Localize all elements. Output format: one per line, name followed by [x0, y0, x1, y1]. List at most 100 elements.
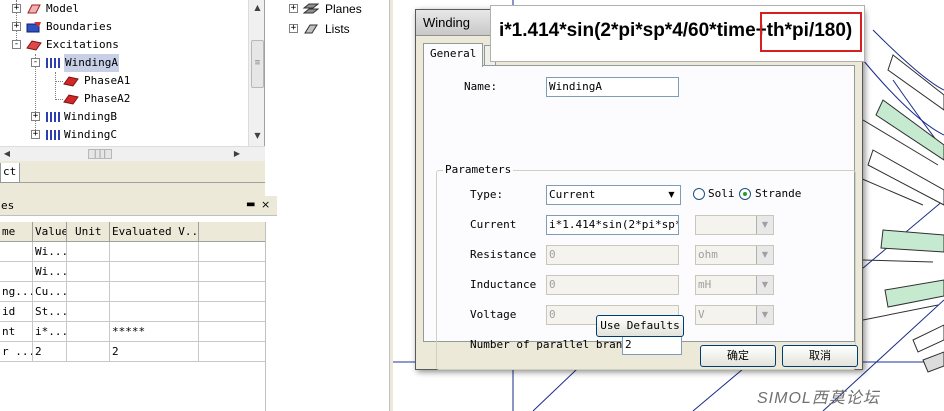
scrollbar-thumb[interactable]: |||	[88, 149, 112, 159]
expand-icon[interactable]: +	[31, 112, 40, 121]
name-field[interactable]: WindingA	[546, 77, 679, 97]
grid-cell[interactable]: Wi...	[33, 242, 67, 262]
inductance-field[interactable]: 0	[546, 275, 679, 295]
inductance-unit-value: mH	[698, 278, 712, 291]
column-header-name[interactable]: me	[0, 222, 33, 242]
stranded-radio[interactable]	[739, 188, 751, 200]
tree-item-label: Boundaries	[46, 20, 113, 33]
tree-item-winding-a[interactable]: - WindingA	[0, 54, 248, 72]
grid-cell[interactable]	[67, 322, 110, 342]
type-label: Type:	[470, 188, 504, 201]
grid-cell[interactable]	[110, 262, 199, 282]
grid-cell-empty	[199, 242, 265, 262]
grid-cell[interactable]	[67, 242, 110, 262]
cancel-button[interactable]: 取消	[782, 345, 858, 367]
tree-item-phase-a1[interactable]: PhaseA1	[0, 72, 248, 90]
grid-cell[interactable]: Wi...	[33, 262, 67, 282]
grid-cell[interactable]: r ...	[0, 342, 33, 362]
chevron-down-icon: ▼	[756, 276, 773, 294]
grid-cell[interactable]	[0, 242, 33, 262]
current-unit-select[interactable]: ▼	[695, 215, 774, 235]
stranded-label: Strande	[755, 187, 802, 200]
grid-cell[interactable]: nt	[0, 322, 33, 342]
tree-item-winding-b[interactable]: + WindingB	[0, 108, 248, 126]
grid-cell-empty	[199, 322, 265, 342]
grid-cell-empty	[199, 262, 265, 282]
tab-project[interactable]: ct	[0, 163, 20, 183]
coil-icon	[63, 94, 79, 105]
tree-item-model[interactable]: + Model	[0, 0, 248, 18]
expand-icon[interactable]: +	[12, 4, 21, 13]
tree-item-label: PhaseA1	[84, 74, 131, 87]
grid-cell[interactable]: *****	[110, 322, 199, 342]
inductance-unit-select[interactable]: mH ▼	[695, 275, 774, 295]
grid-cell[interactable]	[67, 302, 110, 322]
voltage-unit-select[interactable]: V ▼	[695, 305, 774, 325]
scroll-up-icon[interactable]: ▲	[249, 0, 264, 16]
winding-icon	[46, 130, 60, 140]
grid-cell[interactable]: Cu...	[33, 282, 67, 302]
scroll-left-icon[interactable]: ◀	[0, 146, 14, 162]
grid-cell[interactable]	[67, 342, 110, 362]
grid-cell[interactable]: St...	[33, 302, 67, 322]
parallel-branches-field[interactable]: 2	[622, 335, 682, 355]
expand-icon[interactable]: +	[289, 4, 298, 13]
collapse-icon[interactable]: -	[31, 58, 40, 67]
current-field[interactable]: i*1.414*sin(2*pi*sp*4/	[546, 215, 679, 235]
expand-icon[interactable]: +	[289, 24, 298, 33]
tree-item-label: WindingA	[64, 54, 119, 72]
pin-icon[interactable]: ▬	[246, 199, 255, 210]
expand-icon[interactable]: +	[12, 22, 21, 31]
boundaries-icon	[26, 22, 41, 33]
grid-cell[interactable]	[110, 242, 199, 262]
grid-cell[interactable]: id	[0, 302, 33, 322]
tree-item-label: Excitations	[46, 38, 119, 51]
excitations-icon	[26, 40, 42, 51]
solid-radio[interactable]	[693, 188, 705, 200]
winding-icon	[46, 58, 60, 68]
tree-item-excitations[interactable]: - Excitations	[0, 36, 248, 54]
column-header-value[interactable]: Value	[33, 222, 67, 242]
resistance-field[interactable]: 0	[546, 245, 679, 265]
ok-button[interactable]: 确定	[700, 345, 776, 367]
winding-dialog: Winding General Name: WindingA Parameter…	[415, 9, 863, 370]
parameters-legend: Parameters	[443, 163, 514, 176]
chevron-down-icon: ▼	[756, 216, 773, 234]
tree-item-winding-c[interactable]: + WindingC	[0, 126, 248, 144]
grid-cell-empty	[199, 282, 265, 302]
scrollbar-thumb[interactable]: ≡	[251, 40, 264, 88]
tree-item-phase-a2[interactable]: PhaseA2	[0, 90, 248, 108]
collapse-icon[interactable]: -	[12, 40, 21, 49]
tree-horizontal-scrollbar[interactable]: ◀ ||| ▶	[0, 146, 265, 161]
close-icon[interactable]: ×	[261, 198, 270, 211]
middle-tree: + Planes + Lists	[285, 0, 390, 411]
solid-label: Soli	[708, 187, 735, 200]
scroll-down-icon[interactable]: ▼	[249, 128, 264, 144]
resistance-unit-select[interactable]: ohm ▼	[695, 245, 774, 265]
grid-cell[interactable]: 2	[33, 342, 67, 362]
column-header-evaluated[interactable]: Evaluated V...	[110, 222, 199, 242]
parameters-group: Parameters Type: Current ▼ Soli Strande …	[436, 163, 856, 370]
tab-general[interactable]: General	[423, 43, 484, 67]
parallel-branches-label: Number of parallel branc	[470, 338, 629, 351]
expand-icon[interactable]: +	[31, 130, 40, 139]
grid-cell[interactable]: 2	[110, 342, 199, 362]
tree-item-label: Planes	[325, 2, 362, 16]
use-defaults-button[interactable]: Use Defaults	[596, 315, 684, 337]
grid-cell[interactable]	[67, 262, 110, 282]
grid-cell[interactable]: i*...	[33, 322, 67, 342]
grid-cell[interactable]	[67, 282, 110, 302]
tree-vertical-scrollbar[interactable]: ▲ ≡ ▼	[248, 0, 264, 146]
grid-cell[interactable]: ng...	[0, 282, 33, 302]
type-select[interactable]: Current ▼	[546, 185, 681, 205]
grid-cell[interactable]	[0, 262, 33, 282]
scroll-right-icon[interactable]: ▶	[230, 146, 244, 162]
grid-cell[interactable]	[110, 302, 199, 322]
grid-cell[interactable]	[110, 282, 199, 302]
tree-item-planes[interactable]: + Planes	[285, 0, 385, 18]
chevron-down-icon[interactable]: ▼	[663, 186, 680, 204]
tree-item-boundaries[interactable]: + Boundaries	[0, 18, 248, 36]
tree-item-lists[interactable]: + Lists	[285, 20, 385, 38]
tree-item-label: PhaseA2	[84, 92, 131, 105]
column-header-unit[interactable]: Unit	[67, 222, 110, 242]
